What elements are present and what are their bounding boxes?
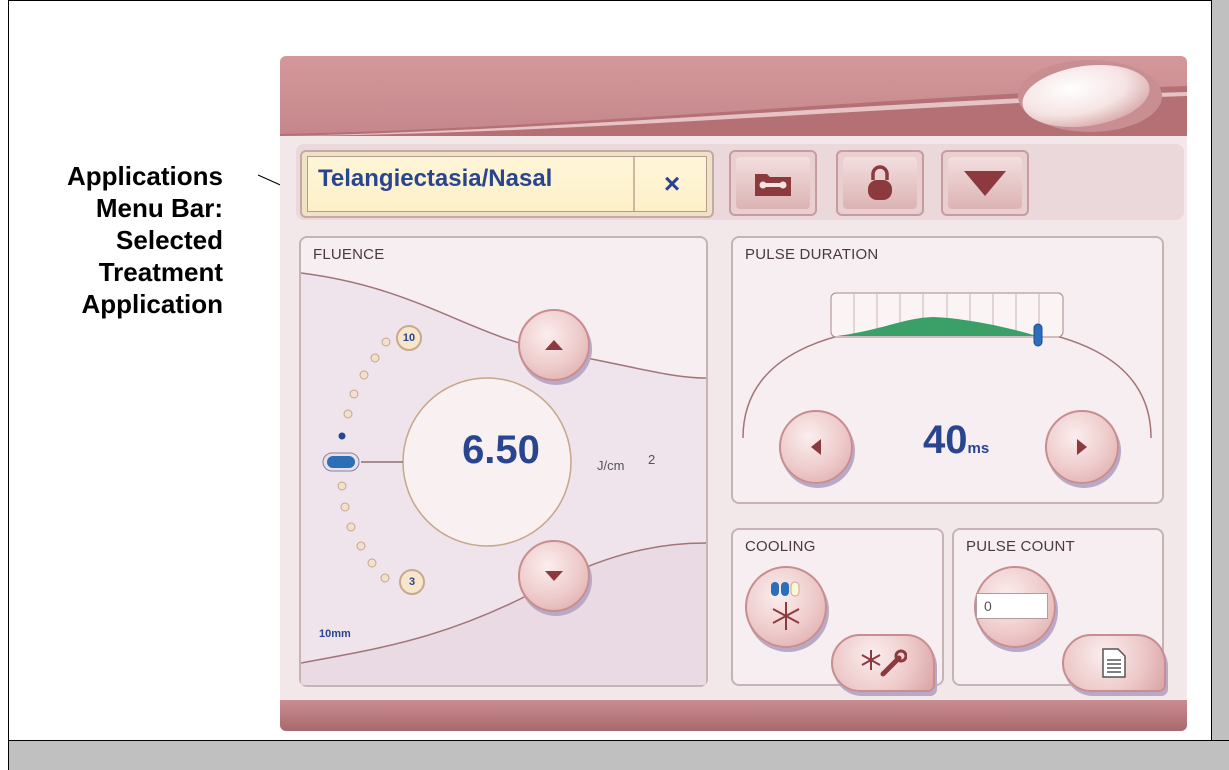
- pulse-duration-panel: PULSE DURATION 40ms: [731, 236, 1164, 504]
- pulse-count-title: PULSE COUNT: [966, 538, 1075, 555]
- spot-size-label: 10mm: [319, 628, 351, 640]
- dropdown-button[interactable]: [941, 150, 1029, 216]
- fluence-panel: FLUENCE 10 3 6.50 J/cm 2 10mm: [299, 236, 708, 687]
- folder-wrench-icon: [755, 174, 791, 196]
- pulse-duration-value: 40: [923, 418, 968, 462]
- pulse-count-log-button[interactable]: [1062, 634, 1166, 692]
- lock-button[interactable]: [836, 150, 924, 216]
- left-border: [0, 0, 9, 770]
- caption-line: Treatment: [98, 257, 223, 287]
- cooling-panel: COOLING: [731, 528, 944, 692]
- triangle-down-icon: [545, 571, 563, 581]
- pulse-duration-readout: 40ms: [923, 418, 989, 463]
- snowflake-wrench-icon: [861, 649, 907, 677]
- pulse-duration-unit: ms: [967, 440, 990, 457]
- document-icon: [1102, 648, 1126, 678]
- caption-line: Menu Bar:: [95, 193, 223, 223]
- fluence-value: 6.50: [462, 428, 540, 472]
- callout-caption: Applications Menu Bar: Selected Treatmen…: [20, 160, 223, 320]
- pulse-duration-decrease-button[interactable]: [779, 410, 853, 484]
- application-selector[interactable]: Telangiectasia/Nasal ×: [300, 150, 714, 218]
- fluence-unit-superscript: 2: [648, 452, 656, 467]
- fluence-scale-max: 10: [396, 325, 422, 351]
- bottom-margin: [9, 740, 1229, 770]
- fluence-unit: J/cm: [597, 458, 625, 473]
- cooling-settings-button[interactable]: [831, 634, 935, 692]
- right-margin: [1211, 0, 1229, 770]
- tools-folder-button[interactable]: [729, 150, 817, 216]
- pulse-duration-increase-button[interactable]: [1045, 410, 1119, 484]
- fluence-scale-min: 3: [399, 569, 425, 595]
- padlock-icon: [868, 165, 892, 200]
- caption-line: Application: [81, 289, 223, 319]
- fluence-increase-button[interactable]: [518, 309, 590, 381]
- header-swoosh: [280, 56, 1187, 136]
- triangle-left-icon: [811, 439, 821, 455]
- caption-line: Selected: [116, 225, 223, 255]
- cooling-toggle-button[interactable]: [745, 566, 827, 648]
- selected-application-label: Telangiectasia/Nasal: [318, 165, 553, 192]
- triangle-down-icon: [964, 171, 1006, 196]
- footer-bar: [280, 700, 1187, 731]
- pulse-count-panel: PULSE COUNT 0: [952, 528, 1166, 692]
- pulse-count-value: 0: [976, 593, 1048, 619]
- triangle-up-icon: [545, 340, 563, 350]
- clear-application-button[interactable]: ×: [633, 157, 709, 211]
- snowflake-cooling-icon: [771, 581, 800, 630]
- triangle-right-icon: [1077, 439, 1087, 455]
- application-field[interactable]: Telangiectasia/Nasal ×: [307, 156, 707, 212]
- fluence-decrease-button[interactable]: [518, 540, 590, 612]
- caption-line: Applications: [66, 161, 223, 191]
- cooling-title: COOLING: [745, 538, 816, 555]
